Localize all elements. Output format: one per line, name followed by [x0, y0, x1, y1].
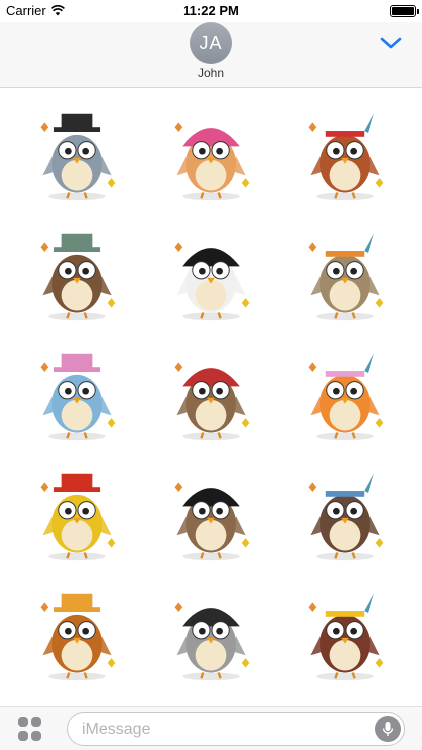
sticker-grid	[10, 96, 412, 696]
battery-icon	[390, 5, 419, 17]
sticker-helmet-owl[interactable]	[278, 336, 412, 456]
sticker-teepee-owl[interactable]	[278, 456, 412, 576]
sticker-turkey-owl-bow[interactable]	[278, 576, 412, 696]
contact-name[interactable]: John	[0, 66, 422, 80]
app-drawer-icon[interactable]	[18, 717, 42, 741]
owl-sticker-image	[308, 473, 384, 561]
owl-sticker-image	[40, 233, 116, 321]
owl-sticker-image	[40, 113, 116, 201]
contact-avatar[interactable]: JA	[190, 22, 232, 64]
status-time: 11:22 PM	[183, 3, 239, 18]
message-input[interactable]: iMessage	[67, 712, 405, 746]
owl-sticker-image	[308, 233, 384, 321]
chevron-down-icon[interactable]	[380, 36, 402, 50]
sticker-pilgrim-owl-pumpkin[interactable]	[278, 216, 412, 336]
sticker-owl-bonnet-branch[interactable]	[10, 336, 144, 456]
sticker-log-cabin-owl[interactable]	[10, 216, 144, 336]
owl-sticker-image	[308, 353, 384, 441]
sticker-pilgrim-owl-blunderbuss[interactable]	[144, 456, 278, 576]
owl-sticker-image	[40, 593, 116, 681]
owl-sticker-image	[308, 593, 384, 681]
sticker-native-owl-barrel[interactable]	[144, 336, 278, 456]
sticker-pilgrim-owl-corn[interactable]	[10, 96, 144, 216]
owl-sticker-image	[174, 602, 250, 681]
sticker-chief-owl-headdress[interactable]	[10, 456, 144, 576]
owl-sticker-image	[174, 482, 250, 561]
sticker-native-owl-stump[interactable]	[10, 576, 144, 696]
status-bar: Carrier 11:22 PM	[0, 0, 422, 22]
owl-sticker-image	[40, 353, 116, 441]
sticker-turkey-owl-pie[interactable]	[144, 96, 278, 216]
owl-sticker-image	[308, 113, 384, 201]
microphone-icon[interactable]	[375, 716, 401, 742]
conversation-header: JA John	[0, 22, 422, 88]
owl-sticker-image	[174, 242, 250, 321]
sticker-native-owl-drum[interactable]	[278, 96, 412, 216]
owl-sticker-image	[174, 362, 250, 441]
owl-sticker-image	[40, 473, 116, 561]
message-placeholder: iMessage	[82, 721, 151, 738]
sticker-pilgrim-owl-buckle-hat[interactable]	[144, 216, 278, 336]
message-input-bar: iMessage	[0, 706, 422, 750]
owl-sticker-image	[174, 122, 250, 201]
sticker-pilgrim-owl-pitchfork[interactable]	[144, 576, 278, 696]
